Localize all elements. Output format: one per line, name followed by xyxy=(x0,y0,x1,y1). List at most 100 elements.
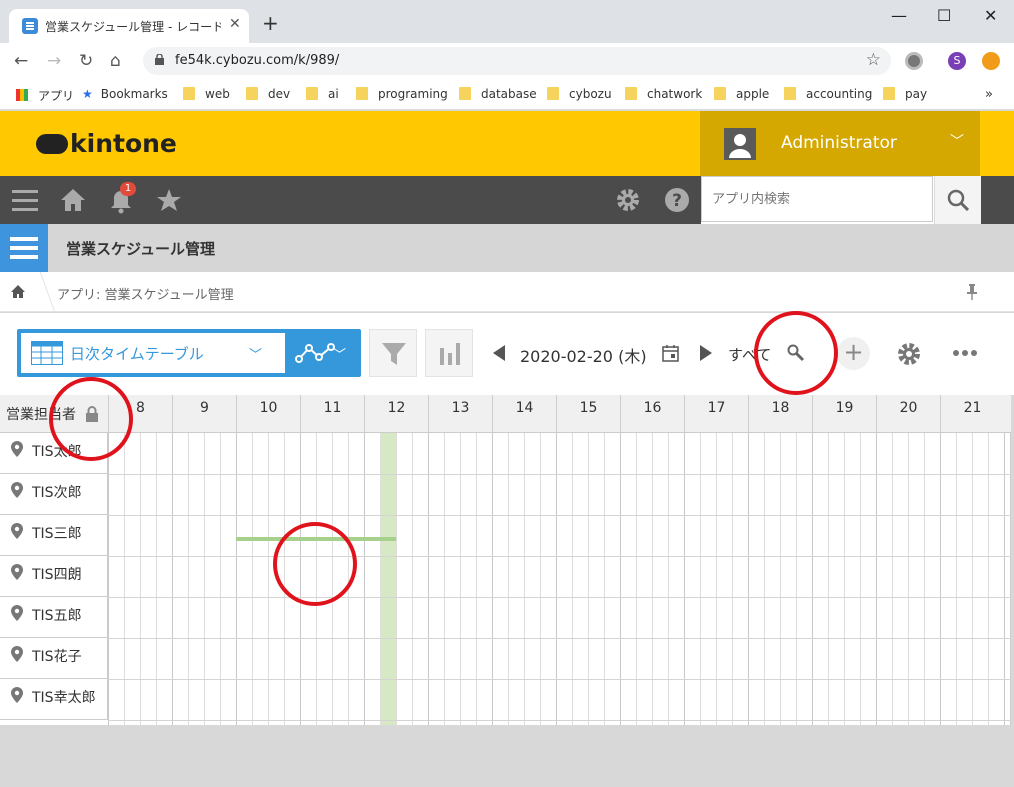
settings-gear-icon[interactable] xyxy=(615,187,641,213)
browser-tab-bar: 営業スケジュール管理 - レコードの一覧 ✕ + — ☐ ✕ xyxy=(0,0,1014,43)
bookmark-database[interactable]: database xyxy=(459,87,537,101)
tab-title: 営業スケジュール管理 - レコードの一覧 xyxy=(45,20,221,34)
kintone-app-favicon-icon xyxy=(22,18,38,34)
star-icon: ★ xyxy=(82,87,93,101)
hour-header-21: 21 xyxy=(940,395,1004,433)
view-dropdown[interactable]: 日次タイムテーブル ﹀ xyxy=(21,333,285,373)
bookmark-pay[interactable]: pay xyxy=(883,87,927,101)
forward-icon[interactable]: → xyxy=(47,51,61,71)
timetable-header: 営業担当者 8 9 10 11 12 13 14 15 16 17 18 19 20 21 xyxy=(0,395,1011,433)
hour-header-9: 9 xyxy=(172,395,236,433)
breadcrumb-app-link[interactable]: アプリ: 営業スケジュール管理 xyxy=(57,284,234,303)
back-icon[interactable]: ← xyxy=(14,51,28,71)
app-title: 営業スケジュール管理 xyxy=(66,240,215,258)
location-pin-icon xyxy=(11,482,23,498)
view-selector[interactable]: 日次タイムテーブル ﹀ ﹀ xyxy=(17,329,361,377)
bookmark-ai[interactable]: ai xyxy=(306,87,339,101)
folder-icon xyxy=(784,87,796,100)
kintone-nav-bar: 1 ? xyxy=(0,176,1014,224)
person-row-label[interactable]: TIS太郎 xyxy=(0,433,108,474)
graph-button[interactable] xyxy=(425,329,473,377)
location-pin-icon xyxy=(11,646,23,662)
breadcrumb-home-icon[interactable] xyxy=(10,284,26,299)
window-close-icon[interactable]: ✕ xyxy=(984,6,997,25)
hour-header-14: 14 xyxy=(492,395,556,433)
lock-icon xyxy=(86,406,98,422)
calendar-icon[interactable] xyxy=(662,344,679,362)
home-icon[interactable]: ⌂ xyxy=(110,51,121,71)
user-menu[interactable]: Administrator ﹀ xyxy=(700,111,980,176)
profile-avatar[interactable]: S xyxy=(948,52,966,70)
graph-chevron-down-icon[interactable]: ﹀ xyxy=(333,344,346,363)
app-search xyxy=(701,176,981,224)
reload-icon[interactable]: ↻ xyxy=(79,51,93,71)
breadcrumb: アプリ: 営業スケジュール管理 xyxy=(0,272,1014,312)
person-name: TIS太郎 xyxy=(32,444,82,460)
search-icon[interactable] xyxy=(786,343,806,363)
filter-button[interactable] xyxy=(369,329,417,377)
schedule-event-bar xyxy=(236,537,396,541)
app-list-icon xyxy=(0,224,48,272)
folder-icon xyxy=(183,87,195,100)
breadcrumb-separator xyxy=(28,272,56,312)
daily-timetable: 営業担当者 8 9 10 11 12 13 14 15 16 17 18 19 20 21 TIS太郎 TI… xyxy=(0,395,1011,725)
folder-icon xyxy=(246,87,258,100)
filter-scope-selector[interactable]: すべて xyxy=(728,344,771,365)
person-row-label[interactable]: TIS花子 xyxy=(0,638,108,679)
more-options-icon[interactable] xyxy=(952,349,978,357)
bookmark-bookmarks[interactable]: ★ Bookmarks xyxy=(82,87,168,101)
favorites-star-icon[interactable] xyxy=(156,188,182,212)
person-row-label[interactable]: TIS幸太郎 xyxy=(0,679,108,720)
location-pin-icon xyxy=(11,687,23,703)
app-search-button[interactable] xyxy=(934,176,981,224)
apps-grid-icon xyxy=(16,89,28,101)
url-bar[interactable]: fe54k.cybozu.com/k/989/ ☆ xyxy=(143,47,891,75)
bookmark-star-icon[interactable]: ☆ xyxy=(866,50,881,70)
previous-day-icon[interactable] xyxy=(492,344,506,362)
bookmark-web[interactable]: web xyxy=(183,87,230,101)
graph-line-icon[interactable] xyxy=(295,343,337,363)
hour-header-10: 10 xyxy=(236,395,300,433)
new-tab-icon[interactable]: + xyxy=(262,11,279,35)
person-row-label[interactable]: TIS四朗 xyxy=(0,556,108,597)
app-settings-gear-icon[interactable] xyxy=(896,341,922,367)
app-search-input[interactable] xyxy=(701,176,933,222)
search-icon xyxy=(947,189,969,211)
next-day-icon[interactable] xyxy=(699,344,713,362)
bar-chart-icon xyxy=(440,343,460,365)
minimize-icon[interactable]: — xyxy=(891,6,907,25)
location-pin-icon xyxy=(11,564,23,580)
pin-icon[interactable] xyxy=(966,284,978,300)
hour-header-13: 13 xyxy=(428,395,492,433)
page-footer-area xyxy=(0,725,1014,787)
add-record-button[interactable]: + xyxy=(837,337,870,370)
more-bookmarks-icon[interactable]: » xyxy=(985,87,993,102)
folder-icon xyxy=(883,87,895,100)
person-row-label[interactable]: TIS五郎 xyxy=(0,597,108,638)
maximize-icon[interactable]: ☐ xyxy=(937,6,951,25)
bookmark-apps[interactable]: アプリ xyxy=(16,87,74,104)
extension-gear-icon[interactable] xyxy=(905,52,923,70)
extension-update-icon[interactable] xyxy=(982,52,1000,70)
bookmark-programing[interactable]: programing xyxy=(356,87,448,101)
kintone-logo[interactable]: kintone xyxy=(36,129,177,158)
person-row-label[interactable]: TIS三郎 xyxy=(0,515,108,556)
help-icon[interactable]: ? xyxy=(664,187,690,213)
person-name: TIS幸太郎 xyxy=(32,690,96,706)
person-icon xyxy=(729,134,751,158)
browser-tab[interactable]: 営業スケジュール管理 - レコードの一覧 ✕ xyxy=(9,9,249,43)
person-row-label[interactable]: TIS次郎 xyxy=(0,474,108,515)
bookmark-cybozu[interactable]: cybozu xyxy=(547,87,612,101)
lock-icon xyxy=(155,54,164,65)
tab-close-icon[interactable]: ✕ xyxy=(229,16,241,32)
bookmark-apple[interactable]: apple xyxy=(714,87,769,101)
portal-home-icon[interactable] xyxy=(60,188,86,212)
view-name: 日次タイムテーブル xyxy=(70,345,204,363)
hour-header-18: 18 xyxy=(748,395,812,433)
bookmark-dev[interactable]: dev xyxy=(246,87,290,101)
current-date: 2020-02-20 (木) xyxy=(520,347,647,366)
person-name: TIS次郎 xyxy=(32,485,82,501)
bookmark-chatwork[interactable]: chatwork xyxy=(625,87,702,101)
menu-icon[interactable] xyxy=(12,189,38,211)
bookmark-accounting[interactable]: accounting xyxy=(784,87,872,101)
